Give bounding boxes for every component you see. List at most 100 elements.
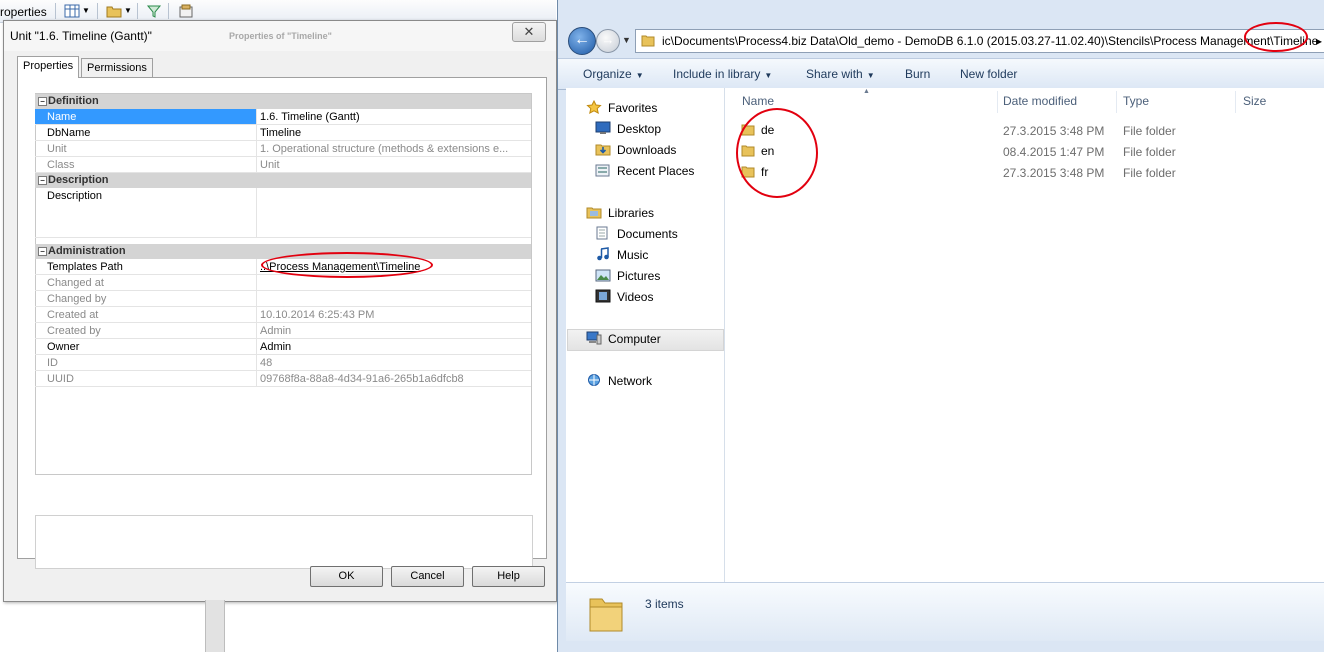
tab-permissions[interactable]: Permissions	[81, 58, 153, 78]
column-separator[interactable]	[1235, 91, 1236, 113]
file-date: 08.4.2015 1:47 PM	[1003, 145, 1105, 159]
include-in-library-label: Include in library	[673, 67, 761, 81]
property-value[interactable]	[257, 188, 531, 238]
chevron-down-icon[interactable]: ▼	[82, 6, 90, 15]
property-row-description[interactable]: Description	[35, 188, 531, 238]
nav-label: Downloads	[617, 143, 677, 157]
property-value[interactable]	[257, 275, 531, 291]
nav-favorites[interactable]: Favorites	[586, 99, 657, 117]
collapse-icon[interactable]: −	[38, 97, 47, 106]
property-row-unit[interactable]: Unit 1. Operational structure (methods &…	[35, 141, 531, 157]
collapse-icon[interactable]: −	[38, 247, 47, 256]
file-type: File folder	[1123, 145, 1176, 159]
column-header-size[interactable]: Size	[1243, 94, 1266, 108]
property-row-changed-at[interactable]: Changed at	[35, 275, 531, 291]
red-annotation-circle	[261, 252, 433, 278]
property-row-created-at[interactable]: Created at 10.10.2014 6:25:43 PM	[35, 307, 531, 323]
section-definition[interactable]: − Definition	[35, 94, 531, 109]
property-value[interactable]: 09768f8a-88a8-4d34-91a6-265b1a6dfcb8	[257, 371, 531, 387]
nav-computer[interactable]: Computer	[586, 330, 661, 348]
property-row-uuid[interactable]: UUID 09768f8a-88a8-4d34-91a6-265b1a6dfcb…	[35, 371, 531, 387]
organize-button[interactable]: Organize ▼	[583, 67, 644, 81]
property-value[interactable]: Admin	[257, 323, 531, 339]
background-scrollbar[interactable]	[205, 600, 225, 652]
property-row-dbname[interactable]: DbName Timeline	[35, 125, 531, 141]
nav-music[interactable]: Music	[595, 246, 648, 264]
column-header-date-modified[interactable]: Date modified	[1003, 94, 1077, 108]
nav-network[interactable]: Network	[586, 372, 652, 390]
downloads-icon	[595, 144, 611, 156]
property-row-id[interactable]: ID 48	[35, 355, 531, 371]
libraries-icon	[586, 207, 602, 219]
property-value[interactable]: 48	[257, 355, 531, 371]
property-key: Changed by	[35, 291, 257, 307]
address-row: ← → ▼ ic\Documents\Process4.biz Data\Old…	[558, 22, 1324, 58]
nav-documents[interactable]: Documents	[595, 225, 678, 243]
property-value[interactable]: 10.10.2014 6:25:43 PM	[257, 307, 531, 323]
nav-pictures[interactable]: Pictures	[595, 267, 660, 285]
cancel-button[interactable]: Cancel	[391, 566, 464, 587]
toolbar-separator	[168, 3, 169, 19]
column-separator[interactable]	[997, 91, 998, 113]
computer-icon	[586, 331, 602, 345]
property-key: Class	[35, 157, 257, 173]
section-description[interactable]: − Description	[35, 173, 531, 188]
property-value[interactable]: 1.6. Timeline (Gantt)	[257, 109, 531, 125]
nav-label: Recent Places	[617, 164, 695, 178]
tab-properties[interactable]: Properties	[17, 56, 80, 78]
address-bar[interactable]: ic\Documents\Process4.biz Data\Old_demo …	[635, 29, 1324, 53]
property-description-box	[35, 515, 533, 569]
property-row-owner[interactable]: Owner Admin	[35, 339, 531, 355]
property-row-name[interactable]: Name 1.6. Timeline (Gantt)	[35, 109, 531, 125]
property-row-changed-by[interactable]: Changed by	[35, 291, 531, 307]
property-value[interactable]: Unit	[257, 157, 531, 173]
property-value[interactable]: 1. Operational structure (methods & exte…	[257, 141, 531, 157]
collapse-icon[interactable]: −	[38, 176, 47, 185]
property-row-created-by[interactable]: Created by Admin	[35, 323, 531, 339]
star-icon	[586, 100, 602, 114]
ok-button[interactable]: OK	[310, 566, 383, 587]
help-button[interactable]: Help	[472, 566, 545, 587]
nav-downloads[interactable]: Downloads	[595, 141, 676, 159]
filter-icon[interactable]	[146, 4, 162, 18]
include-in-library-button[interactable]: Include in library ▼	[673, 67, 772, 81]
property-key: Created at	[35, 307, 257, 323]
burn-button[interactable]: Burn	[905, 67, 930, 81]
column-header-name[interactable]: Name	[742, 94, 774, 108]
close-button[interactable]: ✕	[512, 22, 546, 42]
explorer-window: ← → ▼ ic\Documents\Process4.biz Data\Old…	[557, 0, 1324, 652]
toolbar-separator	[137, 3, 138, 19]
share-with-button[interactable]: Share with ▼	[806, 67, 875, 81]
open-folder-icon[interactable]	[106, 4, 122, 18]
property-value[interactable]: Admin	[257, 339, 531, 355]
recent-pages-chevron-icon[interactable]: ▼	[622, 35, 631, 45]
file-date: 27.3.2015 3:48 PM	[1003, 124, 1105, 138]
property-key: UUID	[35, 371, 257, 387]
nav-videos[interactable]: Videos	[595, 288, 653, 306]
property-key: Owner	[35, 339, 257, 355]
properties-icon[interactable]	[178, 4, 194, 18]
property-value[interactable]	[257, 291, 531, 307]
property-row-class[interactable]: Class Unit	[35, 157, 531, 173]
pictures-icon	[595, 269, 611, 282]
back-button[interactable]: ←	[568, 27, 596, 55]
property-key: Templates Path	[35, 259, 257, 275]
grid-view-icon[interactable]	[64, 4, 80, 18]
chevron-down-icon: ▼	[764, 71, 773, 80]
new-folder-button[interactable]: New folder	[960, 67, 1017, 81]
address-path: ic\Documents\Process4.biz Data\Old_demo …	[662, 34, 1319, 48]
large-folder-icon	[589, 598, 623, 632]
organize-label: Organize	[583, 67, 632, 81]
forward-button[interactable]: →	[596, 29, 620, 53]
nav-label: Documents	[617, 227, 678, 241]
nav-libraries[interactable]: Libraries	[586, 204, 654, 222]
command-bar: Organize ▼ Include in library ▼ Share with…	[558, 58, 1324, 90]
breadcrumb-arrow-icon[interactable]: ▸	[1316, 34, 1322, 48]
nav-recent-places[interactable]: Recent Places	[595, 162, 694, 180]
property-value[interactable]: Timeline	[257, 125, 531, 141]
chevron-down-icon[interactable]: ▼	[124, 6, 132, 15]
nav-desktop[interactable]: Desktop	[595, 120, 661, 138]
nav-label: Computer	[608, 332, 661, 346]
column-header-type[interactable]: Type	[1123, 94, 1149, 108]
column-separator[interactable]	[1116, 91, 1117, 113]
